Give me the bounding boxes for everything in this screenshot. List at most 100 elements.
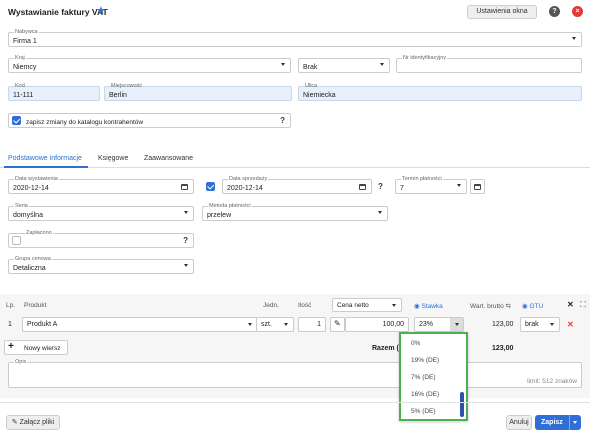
eye-icon: ◉ (414, 303, 420, 310)
chevron-down-icon (455, 323, 459, 326)
payment-term-label: Termin płatności (401, 176, 443, 182)
description-label: Opis (14, 359, 28, 365)
payment-method-select[interactable]: Metoda płatności przelew (202, 203, 388, 221)
help-icon[interactable]: ? (280, 116, 285, 125)
vat-option-5-de[interactable]: 5% (DE) (411, 408, 436, 415)
col-product: Produkt (24, 302, 47, 309)
payment-method-value: przelew (207, 212, 232, 219)
cancel-button[interactable]: Anuluj (506, 415, 532, 430)
tax-id-input[interactable]: Nr identyfikacyjny (396, 55, 582, 73)
city-input[interactable]: Miejscowość Berlin (104, 83, 292, 101)
total-value: 123,00 (492, 345, 514, 352)
help-icon[interactable]: ? (549, 6, 560, 17)
price-type-select[interactable]: Cena netto (332, 298, 402, 312)
add-row-button[interactable]: + Nowy wiersz (4, 340, 68, 355)
gtu-select[interactable]: brak (520, 317, 560, 332)
calendar-icon[interactable] (181, 184, 188, 190)
delete-row-icon[interactable]: ✕ (567, 320, 574, 329)
series-label: Seria (14, 203, 29, 209)
payment-term-select[interactable]: Termin płatności 7 (395, 176, 467, 194)
favorite-star-icon[interactable]: ★ (96, 4, 106, 17)
attach-files-button[interactable]: ✎ Załącz pliki (6, 415, 60, 430)
postal-code-input[interactable]: Kod 11-111 (8, 83, 100, 101)
vat-dropdown-toggle[interactable] (450, 318, 463, 331)
issue-date-value: 2020-12-14 (13, 185, 49, 192)
net-price-value: 100,00 (382, 321, 404, 328)
col-gross-label: Wart. brutto (470, 303, 504, 310)
price-edit-button[interactable]: ✎ (330, 317, 345, 332)
city-label: Miejscowość (111, 83, 143, 89)
tab-accounting[interactable]: Księgowe (98, 155, 128, 162)
buyer-select[interactable]: Nabywca Firma 1 (8, 29, 582, 47)
postal-code-label: Kod (15, 83, 25, 89)
col-gtu[interactable]: ◉ GTU (522, 302, 543, 310)
window-title: Wystawianie faktury VAT (8, 7, 108, 17)
tab-basic-info[interactable]: Podstawowe informacje (8, 155, 82, 162)
expand-icon[interactable]: ⛶ (580, 300, 586, 310)
vat-rate-value: 23% (419, 321, 434, 328)
product-select[interactable]: Produkt A (22, 317, 258, 332)
tax-id-label: Nr identyfikacyjny (402, 55, 448, 61)
price-group-select[interactable]: Grupa cenowa Detaliczna (8, 256, 194, 274)
price-group-label: Grupa cenowa (14, 256, 52, 262)
close-icon[interactable]: × (572, 6, 583, 17)
help-icon[interactable]: ? (378, 182, 383, 191)
dropdown-scrollbar[interactable] (460, 392, 464, 417)
description-textarea[interactable]: Opis limit: 512 znaków (8, 359, 582, 388)
col-lp: Lp. (6, 302, 16, 309)
vat-option-19-de[interactable]: 19% (DE) (411, 357, 439, 364)
col-gtu-label: GTU (529, 303, 544, 310)
country-select[interactable]: Kraj Niemcy (8, 55, 291, 73)
col-gross-value[interactable]: Wart. brutto ⇆ (470, 302, 511, 310)
gross-value: 123,00 (492, 321, 514, 328)
sale-date-checkbox[interactable] (206, 182, 215, 191)
col-vat-rate[interactable]: ◉ Stawka (414, 302, 443, 310)
buyer-value: Firma 1 (13, 38, 37, 45)
id-type-value: Brak (303, 64, 318, 71)
id-type-select[interactable]: Brak (298, 58, 390, 73)
save-options-toggle[interactable] (569, 415, 581, 430)
paid-label: Zapłacono (25, 230, 53, 236)
save-button[interactable]: Zapisz (535, 415, 581, 430)
calendar-icon[interactable] (359, 184, 366, 190)
payment-date-button[interactable] (470, 179, 485, 194)
street-value: Niemiecka (303, 92, 336, 99)
street-input[interactable]: Ulica Niemiecka (298, 83, 582, 101)
add-row-label: Nowy wiersz (24, 345, 61, 352)
tab-advanced[interactable]: Zaawansowane (144, 155, 193, 162)
unit-select[interactable]: szt. (256, 317, 294, 332)
chevron-down-icon (184, 211, 188, 214)
vat-option-16-de[interactable]: 16% (DE) (411, 391, 439, 398)
footer-divider (0, 402, 590, 403)
close-icon[interactable]: ✕ (567, 300, 574, 309)
unit-value: szt. (261, 321, 272, 328)
plus-icon: + (8, 341, 14, 352)
tab-active-underline (4, 166, 88, 168)
chevron-down-icon (184, 264, 188, 267)
issue-date-label: Data wystawienia (14, 176, 59, 182)
save-label: Zapisz (541, 419, 563, 426)
save-contacts-checkbox[interactable] (12, 116, 21, 125)
vat-option-0[interactable]: 0% (411, 340, 420, 347)
save-contacts-row: zapisz zmiany do katalogu kontrahentów ? (8, 113, 291, 128)
vat-rate-select[interactable]: 23% (414, 317, 464, 332)
product-value: Produkt A (27, 321, 58, 328)
chevron-down-icon (573, 421, 577, 424)
issue-date-input[interactable]: Data wystawienia 2020-12-14 (8, 176, 194, 194)
series-select[interactable]: Seria domyślna (8, 203, 194, 221)
help-icon[interactable]: ? (183, 236, 188, 245)
col-qty: Ilość (298, 302, 312, 309)
save-contacts-label: zapisz zmiany do katalogu kontrahentów (26, 119, 144, 126)
col-unit: Jedn. (263, 302, 279, 309)
net-price-input[interactable]: 100,00 (345, 317, 409, 332)
chevron-down-icon (281, 63, 285, 66)
qty-input[interactable]: 1 (298, 317, 326, 332)
vat-option-7-de[interactable]: 7% (DE) (411, 374, 436, 381)
sale-date-input[interactable]: Data sprzedaży 2020-12-14 (222, 176, 372, 194)
chevron-down-icon (572, 37, 576, 40)
payment-method-label: Metoda płatności (208, 203, 252, 209)
chevron-down-icon (248, 323, 252, 326)
chevron-down-icon (392, 304, 396, 307)
paid-checkbox[interactable] (12, 236, 21, 245)
window-settings-button[interactable]: Ustawienia okna (467, 5, 537, 19)
